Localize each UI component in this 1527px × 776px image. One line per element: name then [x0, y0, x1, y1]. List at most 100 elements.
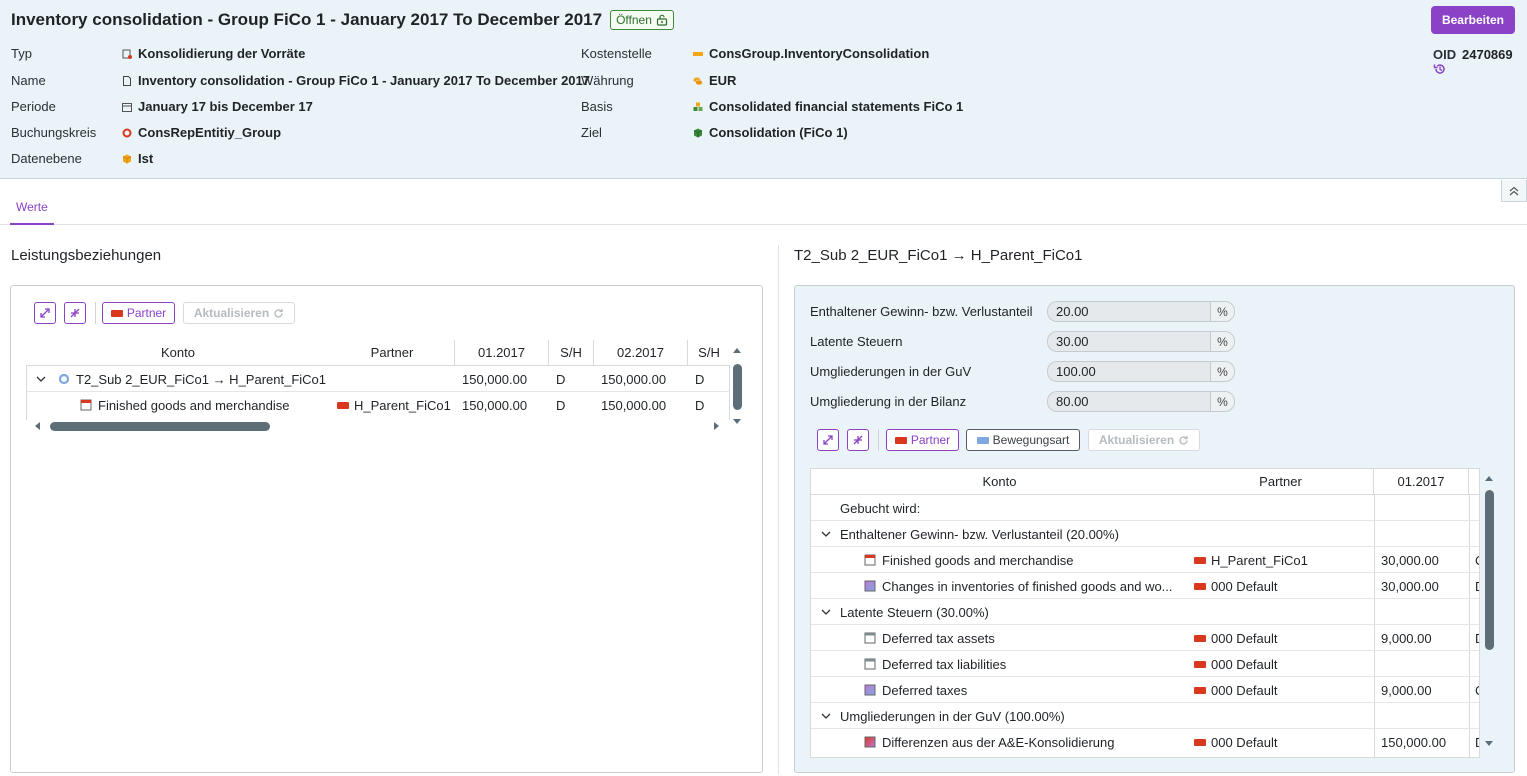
- column-header-period-1[interactable]: 01.2017: [1374, 469, 1469, 495]
- scroll-left-icon[interactable]: [33, 421, 41, 431]
- refresh-icon: [274, 308, 283, 318]
- column-header-partner[interactable]: Partner: [1188, 469, 1374, 495]
- column-header-period-2[interactable]: 02.2017: [594, 340, 688, 366]
- expand-all-button[interactable]: [817, 429, 839, 451]
- field-value-buchungskreis: ConsRepEntitiy_Group: [122, 125, 281, 140]
- row-konto: Deferred taxes: [882, 682, 968, 698]
- table-row[interactable]: Changes in inventories of finished goods…: [811, 573, 1479, 599]
- deferred-tax-input[interactable]: [1047, 331, 1210, 352]
- collapse-icon: [853, 435, 863, 445]
- cubes-icon: [693, 102, 703, 111]
- expand-all-button[interactable]: [34, 302, 56, 324]
- percent-unit: %: [1210, 331, 1235, 352]
- row-sh-1: D: [556, 371, 566, 387]
- row-partner: H_Parent_FiCo1: [1211, 552, 1308, 568]
- scroll-down-icon[interactable]: [732, 418, 742, 426]
- row-value-1: 150,000.00: [462, 371, 528, 387]
- column-header-konto[interactable]: Konto: [811, 469, 1188, 495]
- table-row[interactable]: Differenzen aus der A&E-Konsolidierung 0…: [811, 729, 1479, 755]
- table-row[interactable]: Finished goods and merchandise H_Parent_…: [811, 547, 1479, 573]
- ring-icon: [122, 128, 132, 137]
- table-row[interactable]: Finished goods and merchandise H_Parent_…: [26, 392, 730, 418]
- row-value-1: 9,000.00: [1381, 682, 1432, 698]
- row-sh: C: [1475, 547, 1479, 573]
- balance-account-icon: [864, 632, 876, 644]
- column-header-partner[interactable]: Partner: [330, 340, 455, 366]
- percent-unit: %: [1210, 301, 1235, 322]
- section-title-left: Leistungsbeziehungen: [11, 247, 162, 264]
- field-label-buchungskreis: Buchungskreis: [11, 125, 97, 140]
- column-header-konto[interactable]: Konto: [26, 340, 330, 366]
- field-value-typ: Konsolidierung der Vorräte: [122, 46, 305, 61]
- row-partner: 000 Default: [1211, 630, 1278, 646]
- chevron-down-icon[interactable]: [36, 374, 46, 384]
- history-icon[interactable]: [1433, 62, 1447, 76]
- chevron-down-icon[interactable]: [821, 607, 831, 617]
- scroll-up-icon[interactable]: [732, 346, 742, 354]
- scrollbar-thumb[interactable]: [733, 364, 742, 410]
- group-row[interactable]: Latente Steuern (30.00%): [811, 599, 1479, 625]
- group-row[interactable]: Enthaltener Gewinn- bzw. Verlustanteil (…: [811, 521, 1479, 547]
- chevron-down-icon[interactable]: [821, 711, 831, 721]
- flag-icon: [1194, 738, 1206, 746]
- table-row[interactable]: Gebucht wird:: [811, 495, 1479, 521]
- refresh-button[interactable]: Aktualisieren: [1088, 429, 1200, 451]
- table-row[interactable]: Deferred tax assets 000 Default 9,000.00…: [811, 625, 1479, 651]
- row-sh: D: [1475, 625, 1479, 651]
- group-row[interactable]: Umgliederungen in der GuV (100.00%): [811, 703, 1479, 729]
- column-header-sh[interactable]: [1469, 469, 1479, 495]
- row-konto: T2_Sub 2_EUR_FiCo1 → H_Parent_FiCo1: [76, 371, 327, 387]
- column-header-period-1[interactable]: 01.2017: [455, 340, 549, 366]
- refresh-button[interactable]: Aktualisieren: [183, 302, 295, 324]
- left-grid: Konto Partner 01.2017 S/H 02.2017 S/H T2…: [26, 340, 730, 420]
- status-badge[interactable]: Öffnen: [610, 10, 674, 30]
- chevron-down-icon[interactable]: [821, 529, 831, 539]
- field-value-kostenstelle: ConsGroup.InventoryConsolidation: [693, 46, 929, 61]
- ring-blue-icon: [58, 373, 70, 385]
- title-row: Inventory consolidation - Group FiCo 1 -…: [11, 10, 674, 30]
- pl-account-icon: [864, 684, 876, 696]
- table-row[interactable]: Deferred taxes 000 Default 9,000.00 C: [811, 677, 1479, 703]
- row-value-2: 150,000.00: [601, 397, 667, 413]
- field-value-waehrung: EUR: [693, 73, 736, 88]
- vertical-scrollbar[interactable]: [1484, 474, 1494, 750]
- horizontal-scrollbar[interactable]: [33, 421, 723, 431]
- status-label: Öffnen: [616, 13, 652, 27]
- partner-toggle-button[interactable]: Partner: [886, 429, 959, 451]
- row-konto: Latente Steuern (30.00%): [840, 604, 989, 620]
- flag-icon: [894, 436, 907, 444]
- percent-unit: %: [1210, 391, 1235, 412]
- field-label-typ: Typ: [11, 46, 32, 61]
- header-panel: Inventory consolidation - Group FiCo 1 -…: [0, 0, 1527, 179]
- column-header-sh-1[interactable]: S/H: [549, 340, 594, 366]
- scrollbar-thumb[interactable]: [50, 422, 270, 431]
- percent-unit: %: [1210, 361, 1235, 382]
- row-partner: 000 Default: [1211, 734, 1278, 750]
- profit-share-input[interactable]: [1047, 301, 1210, 322]
- partner-toggle-button[interactable]: Partner: [102, 302, 175, 324]
- collapse-all-button[interactable]: [64, 302, 86, 324]
- row-konto: Differenzen aus der A&E-Konsolidierung: [882, 734, 1115, 750]
- pl-account-icon: [864, 580, 876, 592]
- row-sh: D: [1475, 729, 1479, 755]
- reclass-bs-input[interactable]: [1047, 391, 1210, 412]
- scroll-right-icon[interactable]: [713, 421, 721, 431]
- oid-value: 2470869: [1462, 47, 1513, 62]
- reclass-pl-input[interactable]: [1047, 361, 1210, 382]
- movement-type-toggle-button[interactable]: Bewegungsart: [966, 429, 1080, 451]
- table-row[interactable]: Deferred tax liabilities 000 Default: [811, 651, 1479, 677]
- collapse-all-button[interactable]: [847, 429, 869, 451]
- scroll-down-icon[interactable]: [1484, 740, 1494, 748]
- row-partner: 000 Default: [1211, 682, 1278, 698]
- vertical-scrollbar[interactable]: [732, 346, 742, 426]
- tab-bar: Werte: [0, 192, 1527, 225]
- account-icon: [80, 399, 92, 411]
- tab-werte[interactable]: Werte: [10, 192, 54, 225]
- row-partner: 000 Default: [1211, 656, 1278, 672]
- table-row[interactable]: T2_Sub 2_EUR_FiCo1 → H_Parent_FiCo1 150,…: [26, 366, 730, 392]
- edit-button[interactable]: Bearbeiten: [1430, 6, 1515, 34]
- page-title: Inventory consolidation - Group FiCo 1 -…: [11, 10, 603, 29]
- scroll-up-icon[interactable]: [1484, 474, 1494, 482]
- column-header-sh-2[interactable]: S/H: [688, 340, 730, 366]
- scrollbar-thumb[interactable]: [1485, 490, 1494, 650]
